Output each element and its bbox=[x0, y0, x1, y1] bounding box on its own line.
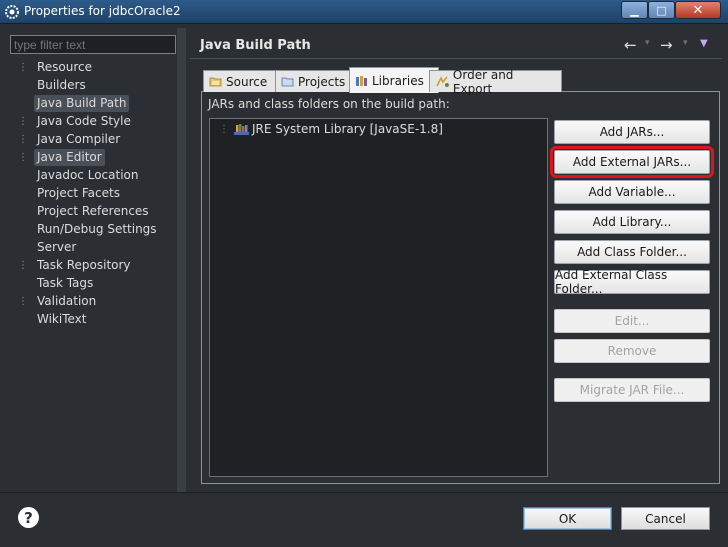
tree-item-label: Java Build Path bbox=[34, 95, 130, 112]
page-title: Java Build Path bbox=[200, 38, 311, 53]
close-icon: ✕ bbox=[692, 2, 704, 18]
tree-item-label: Java Editor bbox=[34, 149, 105, 166]
filter-input[interactable] bbox=[10, 35, 176, 54]
back-arrow-icon[interactable]: ← bbox=[624, 36, 637, 54]
tree-item-label: Task Repository bbox=[37, 258, 131, 272]
tree-item-label: Java Compiler bbox=[37, 132, 121, 146]
add-external-jars-button[interactable]: Add External JARs... bbox=[550, 146, 714, 178]
add-library-button[interactable]: Add Library... bbox=[554, 210, 710, 234]
property-tree: ⋮ Resource Builders Java Build Path ⋮ Java Co… bbox=[10, 56, 176, 490]
tree-expander-icon[interactable]: ⋮ bbox=[18, 293, 28, 310]
libraries-icon bbox=[356, 75, 367, 86]
tree-item-label: Builders bbox=[37, 78, 86, 92]
tree-item[interactable]: ⋮ Validation bbox=[10, 293, 176, 310]
tree-expander-icon[interactable]: ⋮ bbox=[18, 149, 28, 166]
tree-item[interactable]: Server bbox=[10, 239, 176, 256]
help-button[interactable]: ? bbox=[18, 507, 39, 528]
tree-expander-icon[interactable]: ⋮ bbox=[18, 59, 28, 76]
tree-item[interactable]: ⋮ Java Code Style bbox=[10, 113, 176, 130]
tree-item[interactable]: Task Tags bbox=[10, 275, 176, 292]
forward-arrow-icon[interactable]: → bbox=[660, 36, 673, 54]
tree-item-label: Project Facets bbox=[37, 186, 120, 200]
tree-item-label: Javadoc Location bbox=[37, 168, 139, 182]
help-icon: ? bbox=[24, 508, 33, 527]
tree-item[interactable]: Run/Debug Settings bbox=[10, 221, 176, 238]
source-folder-icon bbox=[209, 77, 222, 87]
tree-expander-icon[interactable]: ⋮ bbox=[219, 121, 229, 138]
tree-expander-icon[interactable]: ⋮ bbox=[18, 113, 28, 130]
tree-expander-icon[interactable]: ⋮ bbox=[18, 131, 28, 148]
tab-projects[interactable]: Projects bbox=[275, 70, 359, 92]
tab-source[interactable]: Source bbox=[203, 70, 285, 92]
add-external-class-folder-button[interactable]: Add External Class Folder... bbox=[554, 268, 710, 296]
tree-item[interactable]: ⋮ Java Editor bbox=[10, 149, 176, 166]
tab-label: Projects bbox=[298, 74, 346, 89]
add-variable-button[interactable]: Add Variable... bbox=[554, 180, 710, 204]
forward-dropdown-icon[interactable]: ▾ bbox=[683, 38, 688, 48]
tree-item[interactable]: Java Build Path bbox=[10, 95, 176, 112]
window-title: Properties for jdbcOracle2 bbox=[24, 4, 181, 18]
migrate-jar-button[interactable]: Migrate JAR File... bbox=[554, 378, 710, 402]
gear-icon bbox=[5, 5, 19, 19]
tree-item-label: Validation bbox=[37, 294, 97, 308]
tree-item-label: WikiText bbox=[37, 312, 87, 326]
library-label: JRE System Library [JavaSE-1.8] bbox=[252, 122, 443, 136]
section-label: JARs and class folders on the build path… bbox=[208, 97, 450, 111]
add-class-folder-button[interactable]: Add Class Folder... bbox=[554, 240, 710, 264]
order-export-icon bbox=[436, 75, 449, 87]
tree-item-label: Run/Debug Settings bbox=[37, 222, 157, 236]
back-dropdown-icon[interactable]: ▾ bbox=[645, 38, 650, 48]
cancel-button[interactable]: Cancel bbox=[621, 507, 710, 530]
ok-button[interactable]: OK bbox=[523, 507, 612, 530]
tab-label: Source bbox=[226, 74, 268, 89]
library-list[interactable] bbox=[209, 118, 548, 477]
maximize-icon: □ bbox=[656, 3, 667, 17]
left-panel-scrollbar[interactable] bbox=[177, 28, 186, 492]
projects-icon bbox=[281, 77, 294, 87]
minimize-icon: ▁ bbox=[630, 3, 639, 17]
tab-order-export[interactable]: Order and Export bbox=[429, 68, 562, 96]
add-jars-button[interactable]: Add JARs... bbox=[554, 120, 710, 144]
tree-item-label: Server bbox=[37, 240, 77, 254]
tree-item-label: Project References bbox=[37, 204, 149, 218]
minimize-button[interactable]: ▁ bbox=[621, 1, 648, 19]
edit-button[interactable]: Edit... bbox=[554, 309, 710, 333]
tree-item[interactable]: WikiText bbox=[10, 311, 176, 328]
footer-divider bbox=[0, 492, 728, 493]
maximize-button[interactable]: □ bbox=[648, 1, 675, 19]
tree-item[interactable]: Javadoc Location bbox=[10, 167, 176, 184]
library-icon bbox=[234, 124, 249, 135]
view-menu-icon[interactable]: ▼ bbox=[700, 38, 708, 49]
remove-button[interactable]: Remove bbox=[554, 339, 710, 363]
tree-item[interactable]: Project References bbox=[10, 203, 176, 220]
tree-item[interactable]: Project Facets bbox=[10, 185, 176, 202]
tree-item[interactable]: Builders bbox=[10, 77, 176, 94]
tab-label: Libraries bbox=[372, 73, 424, 88]
tree-expander-icon[interactable]: ⋮ bbox=[18, 257, 28, 274]
tree-item[interactable]: ⋮ Resource bbox=[10, 59, 176, 76]
tree-item[interactable]: ⋮ Task Repository bbox=[10, 257, 176, 274]
tree-item-label: Java Code Style bbox=[37, 114, 131, 128]
tree-item-label: Task Tags bbox=[37, 276, 94, 290]
header-divider bbox=[190, 58, 722, 59]
tree-item-label: Resource bbox=[37, 60, 93, 74]
tree-item[interactable]: ⋮ Java Compiler bbox=[10, 131, 176, 148]
close-button[interactable]: ✕ bbox=[675, 1, 721, 19]
tab-libraries[interactable]: Libraries bbox=[349, 67, 439, 93]
tab-label: Order and Export bbox=[452, 67, 514, 96]
